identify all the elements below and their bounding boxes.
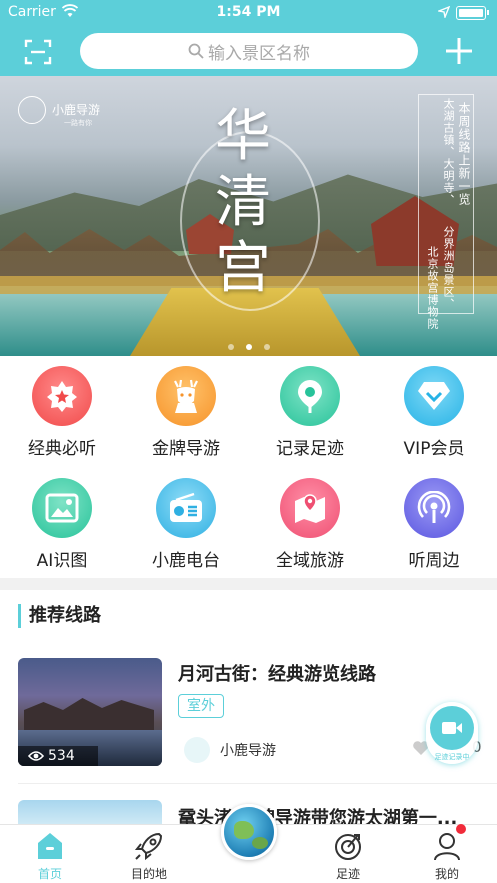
banner-char: 宫 bbox=[215, 236, 271, 301]
tab-home[interactable]: 首页 bbox=[0, 825, 100, 883]
author-name: 小鹿导游 bbox=[220, 743, 276, 759]
route-card[interactable]: 534 月河古街：经典游览线路 室外 小鹿导游 0 bbox=[18, 658, 488, 768]
feature-label: VIP会员 bbox=[403, 439, 465, 459]
tab-footprint[interactable]: 足迹 bbox=[298, 825, 398, 883]
star-badge-icon bbox=[32, 366, 92, 426]
feature-global-travel[interactable]: 全域旅游 bbox=[248, 468, 372, 578]
globe-icon[interactable] bbox=[221, 804, 277, 860]
carousel-dot[interactable] bbox=[227, 344, 234, 350]
search-placeholder: 输入景区名称 bbox=[208, 43, 310, 64]
banner-logo: 小鹿导游 一路有你 bbox=[18, 96, 128, 128]
feature-vip[interactable]: VIP会员 bbox=[372, 356, 496, 466]
tab-label: 我的 bbox=[434, 867, 459, 881]
section-separator bbox=[0, 578, 497, 590]
route-thumbnail[interactable]: 534 bbox=[18, 658, 162, 766]
target-icon bbox=[335, 834, 361, 860]
banner-char: 清 bbox=[215, 170, 271, 235]
banner-side-text: 分界洲岛景区、 bbox=[442, 226, 455, 310]
feature-ai-recognize[interactable]: AI识图 bbox=[0, 468, 124, 578]
feature-label: 金牌导游 bbox=[152, 439, 220, 459]
map-icon bbox=[280, 478, 340, 538]
carousel-dot-active[interactable] bbox=[245, 344, 252, 350]
banner-char: 华 bbox=[215, 104, 271, 169]
feature-nearby[interactable]: 听周边 bbox=[372, 468, 496, 578]
home-icon bbox=[38, 833, 62, 859]
route-title[interactable]: 月河古街：经典游览线路 bbox=[178, 660, 376, 686]
banner-side-text: 本周线路上新一览 bbox=[457, 102, 471, 206]
feature-label: 听周边 bbox=[408, 551, 460, 571]
thumb-houses bbox=[24, 698, 154, 734]
feature-classic-listen[interactable]: 经典必听 bbox=[0, 356, 124, 466]
eye-icon bbox=[28, 751, 44, 761]
notification-badge bbox=[456, 824, 466, 834]
status-time: 1:54 PM bbox=[216, 4, 281, 20]
user-icon bbox=[434, 833, 460, 861]
search-icon bbox=[188, 43, 204, 59]
banner-carousel[interactable]: 小鹿导游 一路有你 华 清 宫 本周线路上新一览 太湖古镇、大明寺、 分界洲岛景… bbox=[0, 76, 497, 356]
banner-logo-sub: 一路有你 bbox=[64, 119, 92, 127]
banner-side-text: 太湖古镇、大明寺、 bbox=[442, 98, 455, 206]
add-icon[interactable] bbox=[444, 36, 474, 66]
broadcast-icon bbox=[404, 478, 464, 538]
banner-side-text: 北京故宫博物院 bbox=[426, 246, 439, 330]
search-input[interactable]: 输入景区名称 bbox=[80, 33, 418, 69]
footprint-record-button[interactable]: 足迹记录中 bbox=[426, 702, 478, 764]
list-divider bbox=[18, 783, 497, 784]
feature-record-footprint[interactable]: 记录足迹 bbox=[248, 356, 372, 466]
feature-label: 小鹿电台 bbox=[152, 551, 220, 571]
location-pin-icon bbox=[280, 366, 340, 426]
carousel-dot[interactable] bbox=[263, 344, 270, 350]
tab-label: 目的地 bbox=[130, 867, 167, 881]
deer-logo-icon bbox=[18, 96, 46, 124]
banner-calligraphy: 华 清 宫 bbox=[208, 104, 278, 302]
status-bar: Carrier 1:54 PM bbox=[0, 0, 497, 26]
scan-icon[interactable] bbox=[24, 38, 52, 66]
feature-grid: 经典必听 金牌导游 记录足迹 VIP会员 AI识图 小鹿电台 全域旅游 听周边 bbox=[0, 356, 497, 578]
rocket-icon bbox=[134, 832, 163, 861]
footprint-record-label: 足迹记录中 bbox=[434, 753, 470, 761]
diamond-icon bbox=[404, 366, 464, 426]
deer-icon bbox=[156, 366, 216, 426]
feature-label: 全域旅游 bbox=[276, 551, 344, 571]
route-tag: 室外 bbox=[178, 694, 224, 718]
tab-mine[interactable]: 我的 bbox=[397, 825, 497, 883]
tab-label: 首页 bbox=[37, 867, 62, 881]
banner-logo-text: 小鹿导游 bbox=[52, 103, 101, 117]
route-author[interactable]: 小鹿导游 bbox=[184, 736, 276, 764]
image-scan-icon bbox=[32, 478, 92, 538]
section-title: 推荐线路 bbox=[18, 604, 101, 628]
feature-label: 记录足迹 bbox=[276, 439, 344, 459]
feature-label: 经典必听 bbox=[28, 439, 96, 459]
radio-icon bbox=[156, 478, 216, 538]
feature-gold-guide[interactable]: 金牌导游 bbox=[124, 356, 248, 466]
feature-radio[interactable]: 小鹿电台 bbox=[124, 468, 248, 578]
battery-icon bbox=[456, 6, 489, 20]
tab-label: 足迹 bbox=[335, 867, 360, 881]
avatar bbox=[184, 737, 210, 763]
top-navbar: 输入景区名称 bbox=[0, 26, 497, 76]
carousel-dots bbox=[0, 335, 497, 354]
location-arrow-icon bbox=[438, 6, 450, 18]
view-count: 534 bbox=[18, 746, 98, 766]
video-camera-icon bbox=[430, 706, 474, 750]
feature-label: AI识图 bbox=[36, 551, 88, 571]
view-count-value: 534 bbox=[48, 748, 75, 764]
tab-destination[interactable]: 目的地 bbox=[99, 825, 199, 883]
